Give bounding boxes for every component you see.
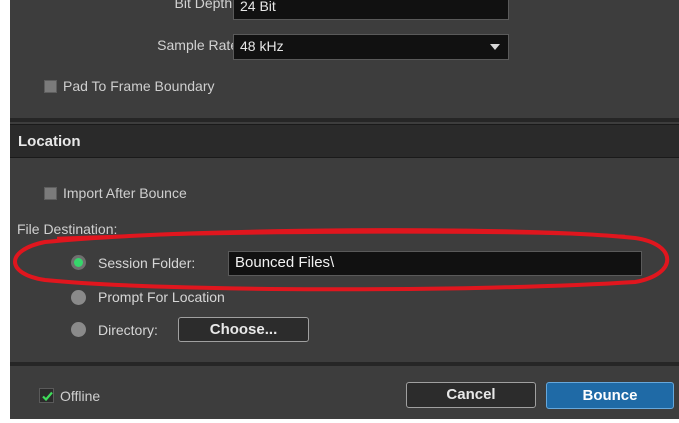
choose-directory-button[interactable]: Choose... bbox=[178, 317, 309, 342]
import-after-bounce-checkbox[interactable] bbox=[44, 187, 57, 200]
window-edge bbox=[10, 419, 679, 423]
bounce-button[interactable]: Bounce bbox=[546, 382, 674, 409]
pad-to-frame-checkbox[interactable] bbox=[44, 80, 57, 93]
offline-label: Offline bbox=[60, 388, 101, 404]
prompt-for-location-radio[interactable] bbox=[71, 290, 86, 305]
prompt-for-location-label: Prompt For Location bbox=[98, 289, 225, 305]
bit-depth-label: Bit Depth: bbox=[174, 0, 236, 11]
bounce-dialog: Bit Depth: 24 Bit Sample Rate: 48 kHz Pa… bbox=[10, 0, 679, 423]
bit-depth-value: 24 Bit bbox=[240, 0, 276, 14]
chevron-down-icon bbox=[490, 44, 500, 50]
location-section-header: Location bbox=[10, 124, 679, 158]
session-folder-radio[interactable] bbox=[71, 255, 86, 270]
offline-checkbox[interactable] bbox=[39, 388, 54, 403]
bit-depth-select[interactable]: 24 Bit bbox=[233, 0, 509, 20]
pad-to-frame-label: Pad To Frame Boundary bbox=[63, 78, 215, 94]
cancel-button[interactable]: Cancel bbox=[406, 382, 536, 408]
sample-rate-label: Sample Rate: bbox=[157, 37, 242, 53]
directory-radio[interactable] bbox=[71, 322, 86, 337]
file-destination-label: File Destination: bbox=[17, 221, 118, 237]
import-after-bounce-label: Import After Bounce bbox=[63, 185, 187, 201]
checkmark-icon bbox=[42, 391, 53, 402]
sample-rate-select[interactable]: 48 kHz bbox=[233, 34, 509, 60]
sample-rate-value: 48 kHz bbox=[240, 38, 284, 54]
directory-label: Directory: bbox=[98, 322, 158, 338]
session-folder-field[interactable]: Bounced Files\ bbox=[228, 251, 642, 276]
section-divider bbox=[10, 118, 679, 122]
footer-divider bbox=[10, 362, 679, 366]
session-folder-label: Session Folder: bbox=[98, 255, 196, 271]
session-folder-value: Bounced Files\ bbox=[235, 254, 335, 271]
